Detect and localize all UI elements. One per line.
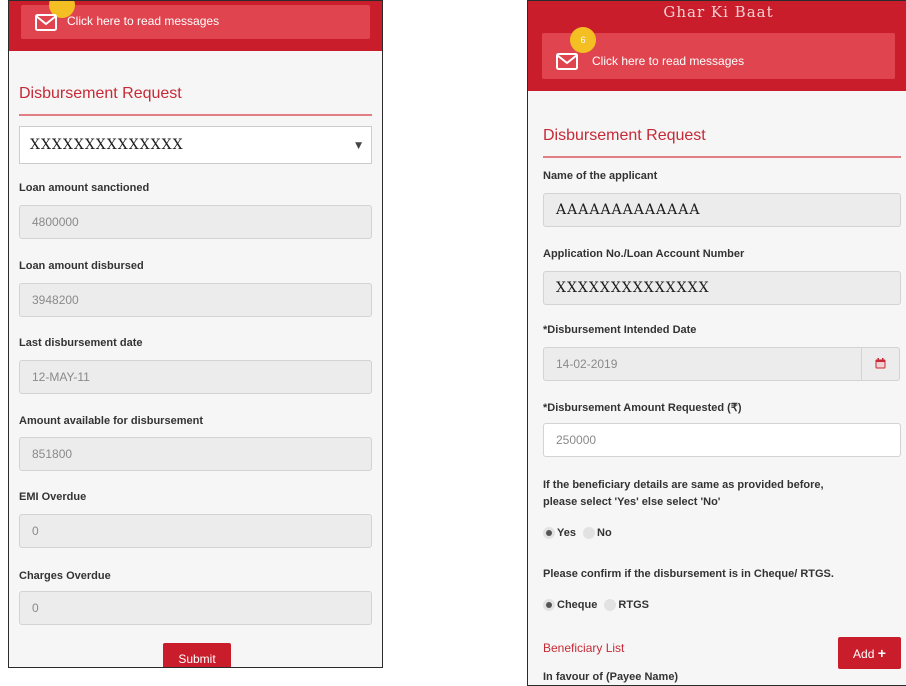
read-messages-button[interactable]: 6 Click here to read messages: [542, 27, 895, 79]
emi-overdue-field: 0: [19, 514, 372, 548]
loan-disbursed-label: Loan amount disbursed: [19, 260, 144, 272]
radio-yes[interactable]: [543, 527, 555, 540]
radio-rtgs[interactable]: [604, 599, 617, 612]
loan-sanctioned-field: 4800000: [19, 205, 372, 239]
add-label: Add: [853, 647, 875, 661]
intended-date-label: *Disbursement Intended Date: [543, 324, 697, 336]
caret-down-icon: ▼: [355, 141, 363, 151]
beneficiary-question-line2: please select 'Yes' else select 'No': [543, 496, 721, 508]
calendar-button[interactable]: [862, 347, 900, 381]
available-label: Amount available for disbursement: [19, 415, 203, 427]
beneficiary-list-heading: Beneficiary List: [543, 641, 625, 655]
emi-overdue-label: EMI Overdue: [19, 491, 87, 503]
radio-no-label: No: [597, 527, 612, 540]
app-title: Ghar Ki Baat: [663, 3, 774, 21]
calendar-icon: [875, 358, 886, 369]
amount-requested-field[interactable]: 250000: [543, 423, 901, 457]
payee-label: In favour of (Payee Name): [543, 671, 679, 683]
read-messages-text: Click here to read messages: [67, 14, 220, 28]
radio-cheque[interactable]: [543, 599, 555, 612]
radio-no[interactable]: [583, 527, 596, 540]
last-date-field: 12-MAY-11: [19, 360, 372, 394]
right-screen: Ghar Ki Baat 6 Click here to read messag…: [527, 0, 906, 686]
charges-overdue-label: Charges Overdue: [19, 570, 111, 582]
applicant-field: AAAAAAAAAAAAA: [543, 193, 901, 227]
loan-sanctioned-label: Loan amount sanctioned: [19, 182, 150, 194]
last-date-label: Last disbursement date: [19, 337, 143, 349]
radio-cheque-label: Cheque: [557, 599, 598, 612]
app-header: Click here to read messages: [9, 1, 382, 51]
applicant-label: Name of the applicant: [543, 170, 658, 182]
section-title: Disbursement Request: [543, 127, 706, 144]
title-divider: [543, 156, 901, 158]
mode-radio-group: Cheque RTGS: [543, 599, 653, 612]
title-divider: [19, 114, 372, 116]
intended-date-field[interactable]: 14-02-2019: [543, 347, 862, 381]
add-beneficiary-button[interactable]: Add +: [838, 637, 901, 669]
loan-account-select[interactable]: XXXXXXXXXXXXXX ▼: [19, 126, 372, 164]
read-messages-text: Click here to read messages: [592, 54, 745, 68]
envelope-icon: [35, 14, 57, 31]
envelope-icon: [556, 53, 578, 70]
radio-rtgs-label: RTGS: [618, 599, 649, 612]
application-no-label: Application No./Loan Account Number: [543, 248, 745, 260]
available-field: 851800: [19, 437, 372, 471]
left-screen: Click here to read messages Disbursement…: [8, 0, 383, 668]
application-no-field: XXXXXXXXXXXXXX: [543, 271, 901, 305]
amount-requested-label: *Disbursement Amount Requested (₹): [543, 402, 742, 414]
loan-account-value: XXXXXXXXXXXXXX: [30, 137, 184, 153]
beneficiary-question-line1: If the beneficiary details are same as p…: [543, 479, 824, 491]
beneficiary-radio-group: Yes No: [543, 527, 616, 540]
mode-question: Please confirm if the disbursement is in…: [543, 568, 834, 580]
submit-button[interactable]: Submit: [163, 643, 231, 667]
read-messages-button[interactable]: Click here to read messages: [21, 1, 370, 39]
radio-yes-label: Yes: [557, 527, 576, 540]
loan-disbursed-field: 3948200: [19, 283, 372, 317]
app-header: Ghar Ki Baat 6 Click here to read messag…: [528, 1, 906, 91]
plus-icon: +: [877, 645, 886, 661]
charges-overdue-field: 0: [19, 591, 372, 625]
message-badge: 6: [570, 27, 596, 53]
section-title: Disbursement Request: [19, 85, 182, 102]
